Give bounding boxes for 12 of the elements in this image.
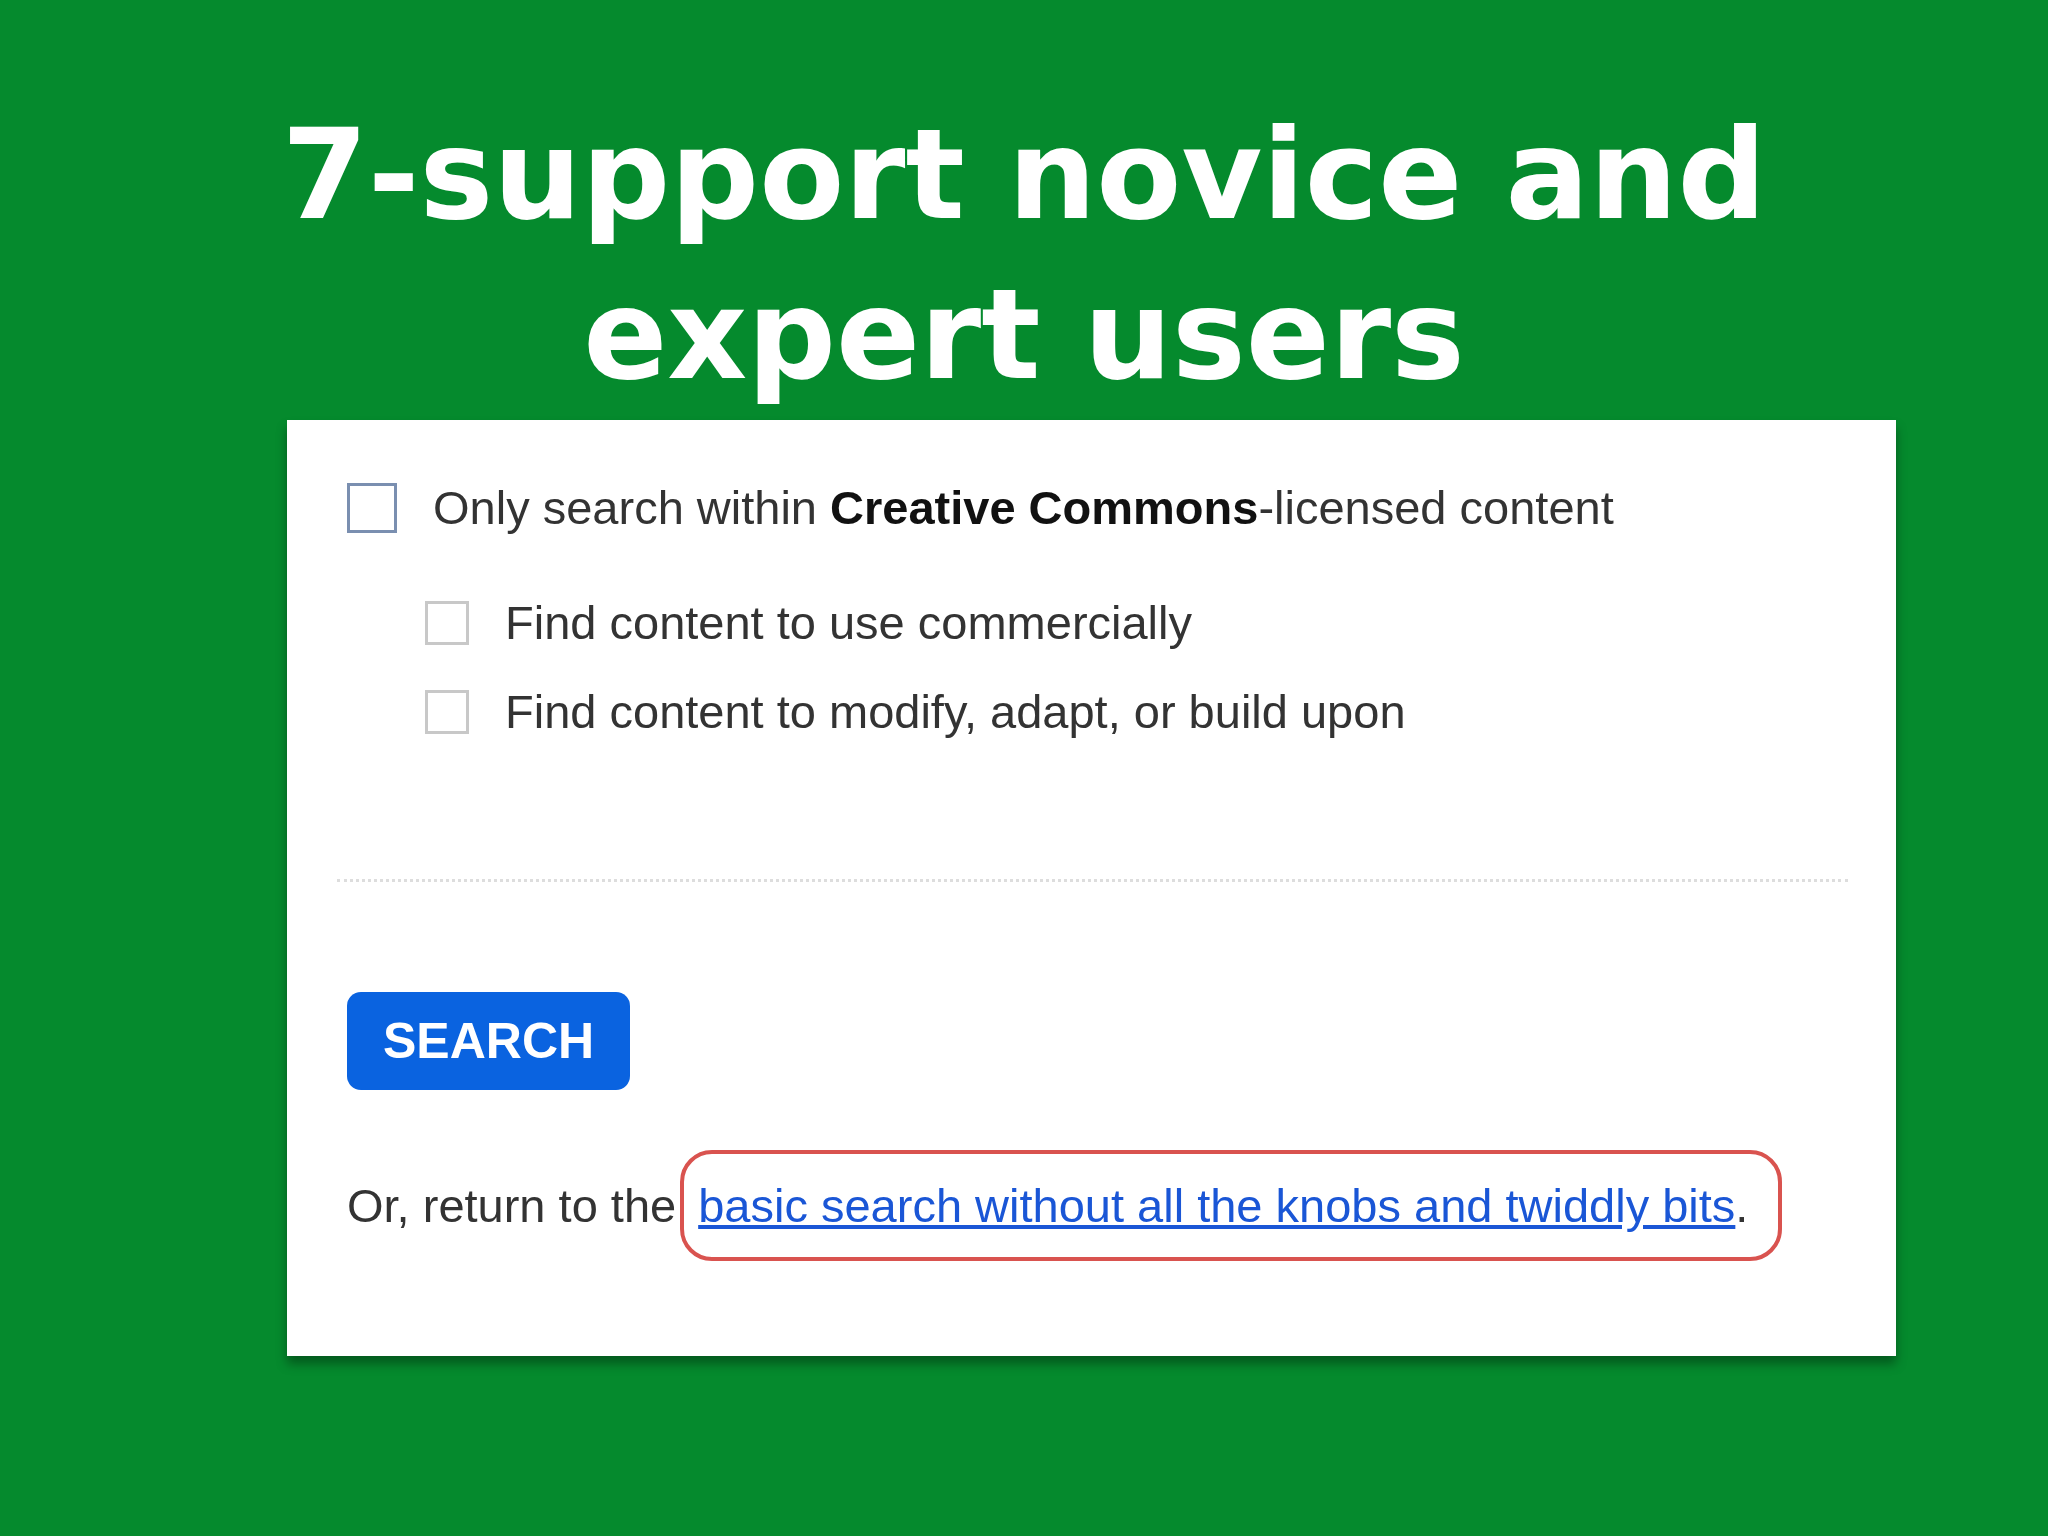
footer-text: Or, return to the (347, 1178, 677, 1233)
checkbox[interactable] (347, 482, 397, 533)
checkbox-label: Only search within Creative Commons-licensed content (433, 480, 1614, 535)
basic-search-link[interactable]: basic search without all the knobs and twiddly bits (698, 1178, 1736, 1233)
search-button[interactable]: SEARCH (347, 992, 631, 1090)
slide-title: expert users (583, 262, 1465, 409)
checkbox-label: Find content to use commercially (505, 595, 1192, 650)
checkbox-label: Find content to modify, adapt, or build upon (505, 684, 1406, 739)
period-text: . (1735, 1178, 1749, 1233)
slide-title: 7-support novice and (281, 102, 1767, 249)
checkbox[interactable] (425, 689, 469, 734)
checkbox[interactable] (425, 600, 469, 645)
